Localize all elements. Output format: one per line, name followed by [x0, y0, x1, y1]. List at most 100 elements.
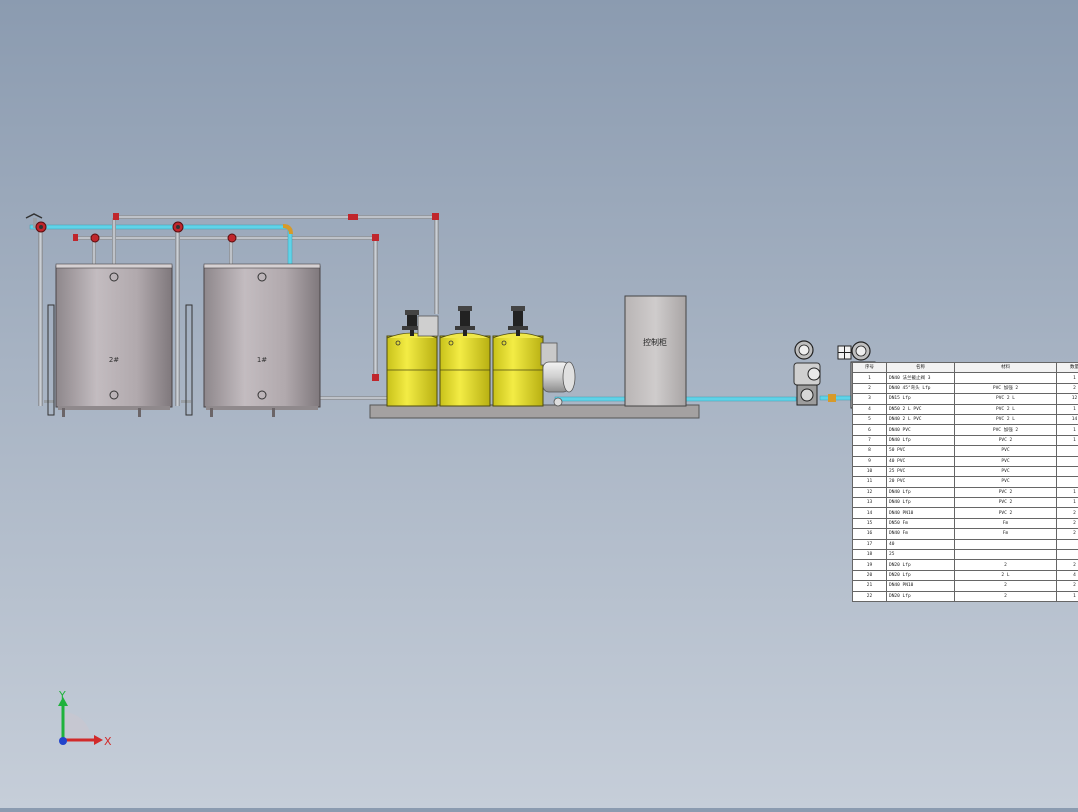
bom-cell-mat: PVC: [955, 466, 1057, 476]
table-row[interactable]: 1120 PVCPVC: [853, 477, 1078, 487]
bom-cell-name: DN50 2 L PVC: [887, 404, 955, 414]
table-row[interactable]: 940 PVCPVC: [853, 456, 1078, 466]
bom-cell-mat: 2 L: [955, 570, 1057, 580]
dosing-tank[interactable]: [440, 333, 490, 406]
bom-cell-num: 21: [853, 581, 887, 591]
bom-cell-num: 6: [853, 425, 887, 435]
bom-cell-mat: PVC 2: [955, 435, 1057, 445]
bom-cell-qty: 2: [1057, 518, 1078, 528]
bom-cell-qty: 2: [1057, 508, 1078, 518]
bom-cell-qty: [1057, 456, 1078, 466]
bom-cell-mat: Fm: [955, 529, 1057, 539]
dosing-tank[interactable]: [493, 333, 543, 406]
bom-cell-mat: Fm: [955, 518, 1057, 528]
table-row[interactable]: 15DN50 FmFm2: [853, 518, 1078, 528]
bom-cell-mat: 2: [955, 560, 1057, 570]
bom-cell-qty: [1057, 550, 1078, 560]
elbow-icon: [432, 213, 439, 220]
valve-icon[interactable]: [228, 234, 236, 242]
bom-header-cell: 名称: [887, 363, 955, 373]
table-row[interactable]: 21DN40 PN1022: [853, 581, 1078, 591]
table-row[interactable]: 7DN40 LfpPVC 21: [853, 435, 1078, 445]
bom-cell-num: 11: [853, 477, 887, 487]
bom-cell-num: 8: [853, 446, 887, 456]
table-row[interactable]: 5DN40 2 L PVCPVC 2 L14: [853, 414, 1078, 424]
table-row[interactable]: 12DN40 LfpPVC 21: [853, 487, 1078, 497]
bom-header-cell: 序号: [853, 363, 887, 373]
bom-cell-mat: PVC 2: [955, 498, 1057, 508]
dosing-tank[interactable]: [387, 333, 437, 406]
bom-cell-qty: [1057, 446, 1078, 456]
bom-cell-name: 25: [887, 550, 955, 560]
bom-cell-qty: 1: [1057, 435, 1078, 445]
bom-cell-num: 18: [853, 550, 887, 560]
bom-cell-name: DN40 Lfp: [887, 435, 955, 445]
bom-cell-mat: PVC 2 L: [955, 404, 1057, 414]
mixer-motor-icon: [508, 306, 528, 336]
bom-cell-name: DN40 Lfp: [887, 498, 955, 508]
bom-cell-num: 17: [853, 539, 887, 549]
cap-icon: [73, 234, 78, 241]
bom-cell-qty: 1: [1057, 487, 1078, 497]
flange-icon: [348, 214, 358, 220]
table-row[interactable]: 1740: [853, 539, 1078, 549]
bom-cell-mat: PVC 2: [955, 508, 1057, 518]
table-row[interactable]: 3DN15 LfpPVC 2 L12: [853, 394, 1078, 404]
table-row[interactable]: 1025 PVCPVC: [853, 466, 1078, 476]
feed-pump[interactable]: [794, 341, 820, 405]
bom-cell-name: DN20 Lfp: [887, 591, 955, 601]
bom-header-cell: 数量: [1057, 363, 1078, 373]
tank-label: 1#: [257, 356, 267, 364]
bom-cell-qty: 4: [1057, 570, 1078, 580]
elbow-icon: [372, 234, 379, 241]
valve-icon[interactable]: [91, 234, 99, 242]
control-cabinet-label: 控制柜: [643, 337, 667, 347]
storage-tank-1[interactable]: 1#: [204, 264, 320, 417]
bom-cell-qty: 2: [1057, 529, 1078, 539]
table-row[interactable]: 16DN40 FmFm2: [853, 529, 1078, 539]
table-row[interactable]: 20DN20 Lfp2 L4: [853, 570, 1078, 580]
elbow-icon: [113, 213, 119, 220]
bom-cell-name: DN40 Fm: [887, 529, 955, 539]
table-row[interactable]: 22DN20 Lfp21: [853, 591, 1078, 601]
bom-cell-num: 9: [853, 456, 887, 466]
bom-cell-name: DN20 Lfp: [887, 570, 955, 580]
table-row[interactable]: 1DN40 法兰截止阀 31: [853, 373, 1078, 383]
bom-cell-qty: 1: [1057, 498, 1078, 508]
bom-cell-qty: [1057, 466, 1078, 476]
bom-cell-name: DN40 PVC: [887, 425, 955, 435]
valve-icon[interactable]: [36, 222, 46, 232]
table-row[interactable]: 19DN20 Lfp22: [853, 560, 1078, 570]
control-cabinet[interactable]: 控制柜: [625, 296, 686, 406]
bom-cell-num: 12: [853, 487, 887, 497]
bom-cell-num: 5: [853, 414, 887, 424]
bom-cell-qty: 1: [1057, 404, 1078, 414]
bom-cell-name: 20 PVC: [887, 477, 955, 487]
bom-cell-name: DN40 法兰截止阀 3: [887, 373, 955, 383]
table-row[interactable]: 4DN50 2 L PVCPVC 2 L1: [853, 404, 1078, 414]
bom-cell-qty: [1057, 477, 1078, 487]
bom-cell-mat: [955, 550, 1057, 560]
valve-icon[interactable]: [173, 222, 183, 232]
table-row[interactable]: 6DN40 PVCPVC 加强 21: [853, 425, 1078, 435]
table-row[interactable]: 1825: [853, 550, 1078, 560]
bom-cell-name: DN15 Lfp: [887, 394, 955, 404]
table-row[interactable]: 14DN40 PN10PVC 22: [853, 508, 1078, 518]
table-row[interactable]: 13DN40 LfpPVC 21: [853, 498, 1078, 508]
table-row[interactable]: 2DN40 45°弯头 LfpPVC 加强 22: [853, 383, 1078, 393]
bom-cell-num: 22: [853, 591, 887, 601]
mixer-motor-icon: [455, 306, 475, 336]
bom-cell-num: 15: [853, 518, 887, 528]
bom-cell-num: 3: [853, 394, 887, 404]
tank-label: 2#: [109, 356, 119, 364]
bom-cell-num: 4: [853, 404, 887, 414]
bom-cell-mat: PVC 加强 2: [955, 383, 1057, 393]
cad-viewport[interactable]: 2# 1#: [0, 0, 1078, 808]
bom-cell-mat: PVC 2 L: [955, 414, 1057, 424]
bom-table: 序号 名称 材料 数量 1DN40 法兰截止阀 312DN40 45°弯头 Lf…: [852, 362, 1078, 602]
bom-cell-qty: 1: [1057, 373, 1078, 383]
storage-tank-2[interactable]: 2#: [56, 264, 172, 417]
bom-cell-mat: PVC: [955, 456, 1057, 466]
bom-cell-num: 13: [853, 498, 887, 508]
table-row[interactable]: 850 PVCPVC: [853, 446, 1078, 456]
